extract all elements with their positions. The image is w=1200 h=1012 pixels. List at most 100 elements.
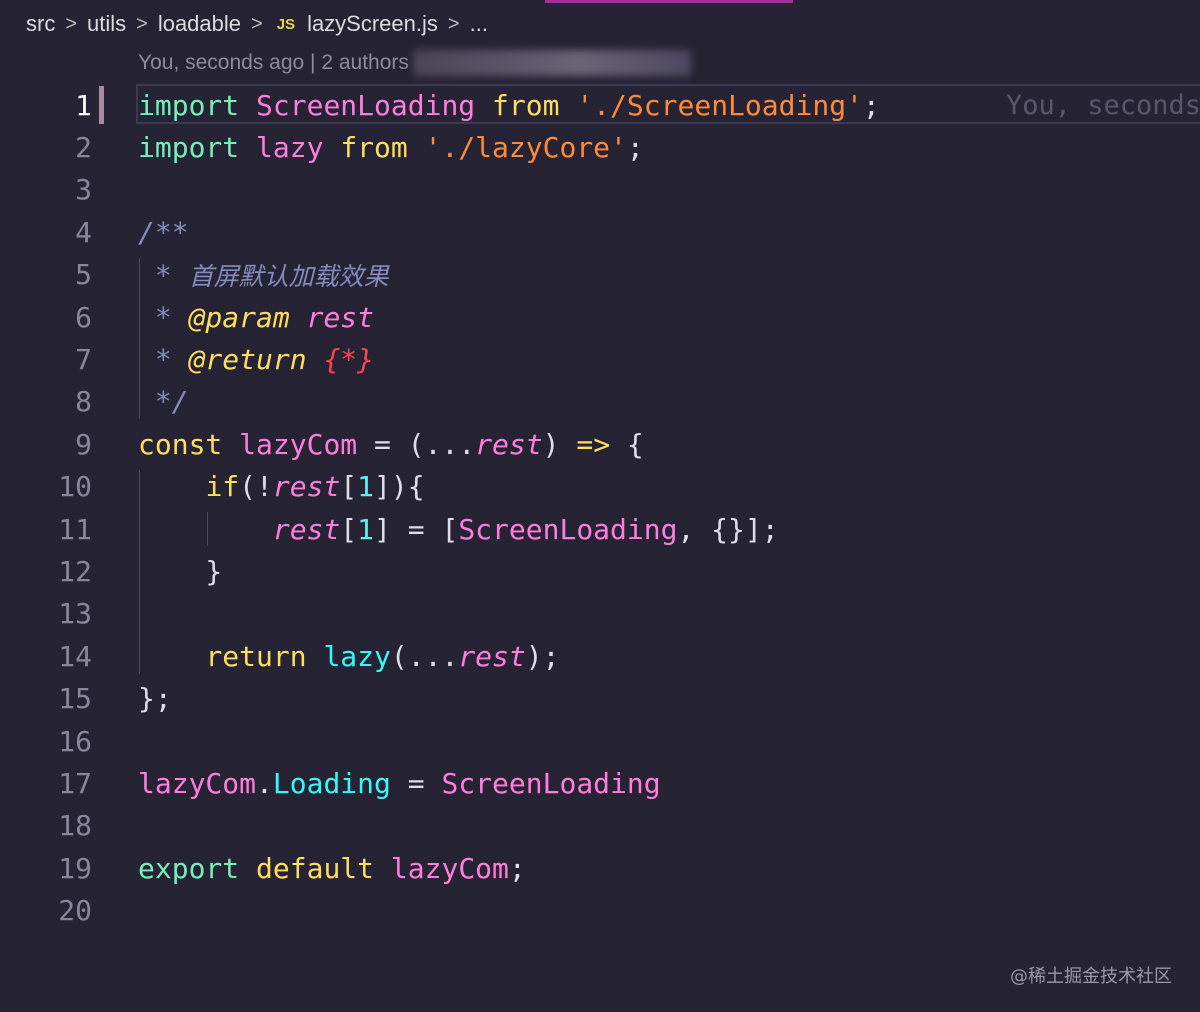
code-text: */ xyxy=(138,385,189,418)
line-number: 17 xyxy=(58,767,92,801)
code-token: rest xyxy=(475,427,543,461)
code-token: * xyxy=(138,258,189,292)
code-line[interactable]: 13 xyxy=(0,593,1200,635)
breadcrumb-item-file[interactable]: lazyScreen.js xyxy=(307,11,438,37)
line-number: 4 xyxy=(75,215,92,249)
code-text: const lazyCom = (...rest) => { xyxy=(138,428,644,461)
breadcrumb-separator-icon: > xyxy=(136,12,148,35)
code-token: /** xyxy=(138,215,189,249)
line-number: 13 xyxy=(58,597,92,631)
code-token: export xyxy=(138,851,240,885)
active-tab-indicator xyxy=(545,0,793,3)
code-token: * xyxy=(138,300,189,334)
codelens-text: You, seconds ago | 2 authors xyxy=(138,51,409,74)
code-token: }; xyxy=(138,682,172,716)
code-line[interactable]: 7 * @return {*} xyxy=(0,338,1200,380)
code-token: from xyxy=(492,88,560,122)
code-token: ] = [ xyxy=(374,512,459,546)
line-number: 16 xyxy=(58,724,92,758)
code-line[interactable]: 5 * 首屏默认加载效果 xyxy=(0,254,1200,296)
code-token: if xyxy=(205,470,240,504)
code-line[interactable]: 17 lazyCom.Loading = ScreenLoading xyxy=(0,762,1200,804)
code-token: ]){ xyxy=(374,470,425,504)
code-line[interactable]: 3 xyxy=(0,169,1200,211)
line-number: 10 xyxy=(58,470,92,504)
code-token: 首屏默认加载效果 xyxy=(188,261,389,291)
code-line[interactable]: 11 rest[1] = [ScreenLoading, {}]; xyxy=(0,508,1200,550)
code-token: './lazyCore' xyxy=(424,131,627,165)
breadcrumb-separator-icon: > xyxy=(251,12,263,35)
code-line[interactable]: 15}; xyxy=(0,678,1200,720)
line-number: 8 xyxy=(75,385,92,419)
code-text: } xyxy=(138,555,222,588)
code-token: = xyxy=(390,767,442,801)
git-blame-codelens[interactable]: You, seconds ago | 2 authors xyxy=(138,48,691,78)
code-token: lazy xyxy=(323,639,391,673)
code-line[interactable]: 6 * @param rest xyxy=(0,296,1200,338)
code-token: {*} xyxy=(323,343,375,377)
code-line[interactable]: 14 return lazy(...rest); xyxy=(0,635,1200,677)
breadcrumb-item-loadable[interactable]: loadable xyxy=(158,11,241,37)
code-token: { xyxy=(610,427,644,461)
code-line[interactable]: 9 const lazyCom = (...rest) => { xyxy=(0,423,1200,465)
code-token: './ScreenLoading' xyxy=(576,88,863,122)
breadcrumb-separator-icon: > xyxy=(447,12,460,35)
code-line[interactable]: 1 import ScreenLoading from './ScreenLoad… xyxy=(0,84,1200,126)
line-number: 6 xyxy=(75,300,92,334)
code-line[interactable]: 18 xyxy=(0,805,1200,847)
code-token: , {}]; xyxy=(677,512,779,546)
code-token: (... xyxy=(390,639,459,673)
line-number: 5 xyxy=(75,258,92,292)
code-text: import ScreenLoading from './ScreenLoadi… xyxy=(138,89,880,122)
line-number: 18 xyxy=(58,809,92,843)
code-token: const xyxy=(138,427,223,461)
code-token: import xyxy=(138,88,240,122)
code-line[interactable]: 4 /** xyxy=(0,211,1200,253)
code-token: @param xyxy=(188,300,290,334)
code-line[interactable]: 12 } xyxy=(0,550,1200,592)
line-number: 14 xyxy=(58,639,92,673)
code-line[interactable]: 16 xyxy=(0,720,1200,762)
indent-guide xyxy=(139,469,140,674)
line-number: 19 xyxy=(58,851,92,885)
code-line[interactable]: 2 import lazy from './lazyCore'; xyxy=(0,126,1200,168)
code-line[interactable]: 19 export default lazyCom; xyxy=(0,847,1200,889)
code-line[interactable]: 20 xyxy=(0,890,1200,932)
breadcrumb-more[interactable]: ... xyxy=(470,11,488,37)
line-number: 7 xyxy=(75,343,92,377)
code-token: = xyxy=(357,427,408,461)
breadcrumb-item-src[interactable]: src xyxy=(26,11,55,37)
line-number: 9 xyxy=(75,427,92,461)
code-token: ; xyxy=(508,851,526,885)
code-token: default xyxy=(256,851,375,885)
indent-guide xyxy=(207,512,208,547)
code-text: lazyCom.Loading = ScreenLoading xyxy=(138,767,661,800)
javascript-file-icon: JS xyxy=(276,15,296,33)
git-modified-gutter-marker xyxy=(99,86,104,124)
code-token: rest xyxy=(272,470,341,504)
breadcrumb: src > utils > loadable > JS lazyScreen.j… xyxy=(26,8,488,40)
code-token: lazyCom xyxy=(138,767,257,801)
code-token: ); xyxy=(525,639,560,673)
code-line[interactable]: 8 */ xyxy=(0,381,1200,423)
code-token: Loading xyxy=(272,767,391,801)
code-text: * 首屏默认加载效果 xyxy=(138,257,389,293)
code-line[interactable]: 10 if(!rest[1]){ xyxy=(0,466,1200,508)
code-token: (... xyxy=(407,427,476,461)
code-text: if(!rest[1]){ xyxy=(138,470,425,504)
blurred-author-names xyxy=(412,50,691,76)
indent-guide xyxy=(139,257,140,420)
code-token: return xyxy=(205,639,307,673)
code-text: return lazy(...rest); xyxy=(138,640,559,673)
code-token: } xyxy=(138,555,223,589)
breadcrumb-item-utils[interactable]: utils xyxy=(87,11,126,37)
code-token: rest xyxy=(458,639,526,673)
watermark: @稀土掘金技术社区 xyxy=(1010,966,1172,987)
code-token: ; xyxy=(862,88,880,122)
code-token: 1 xyxy=(357,512,375,546)
